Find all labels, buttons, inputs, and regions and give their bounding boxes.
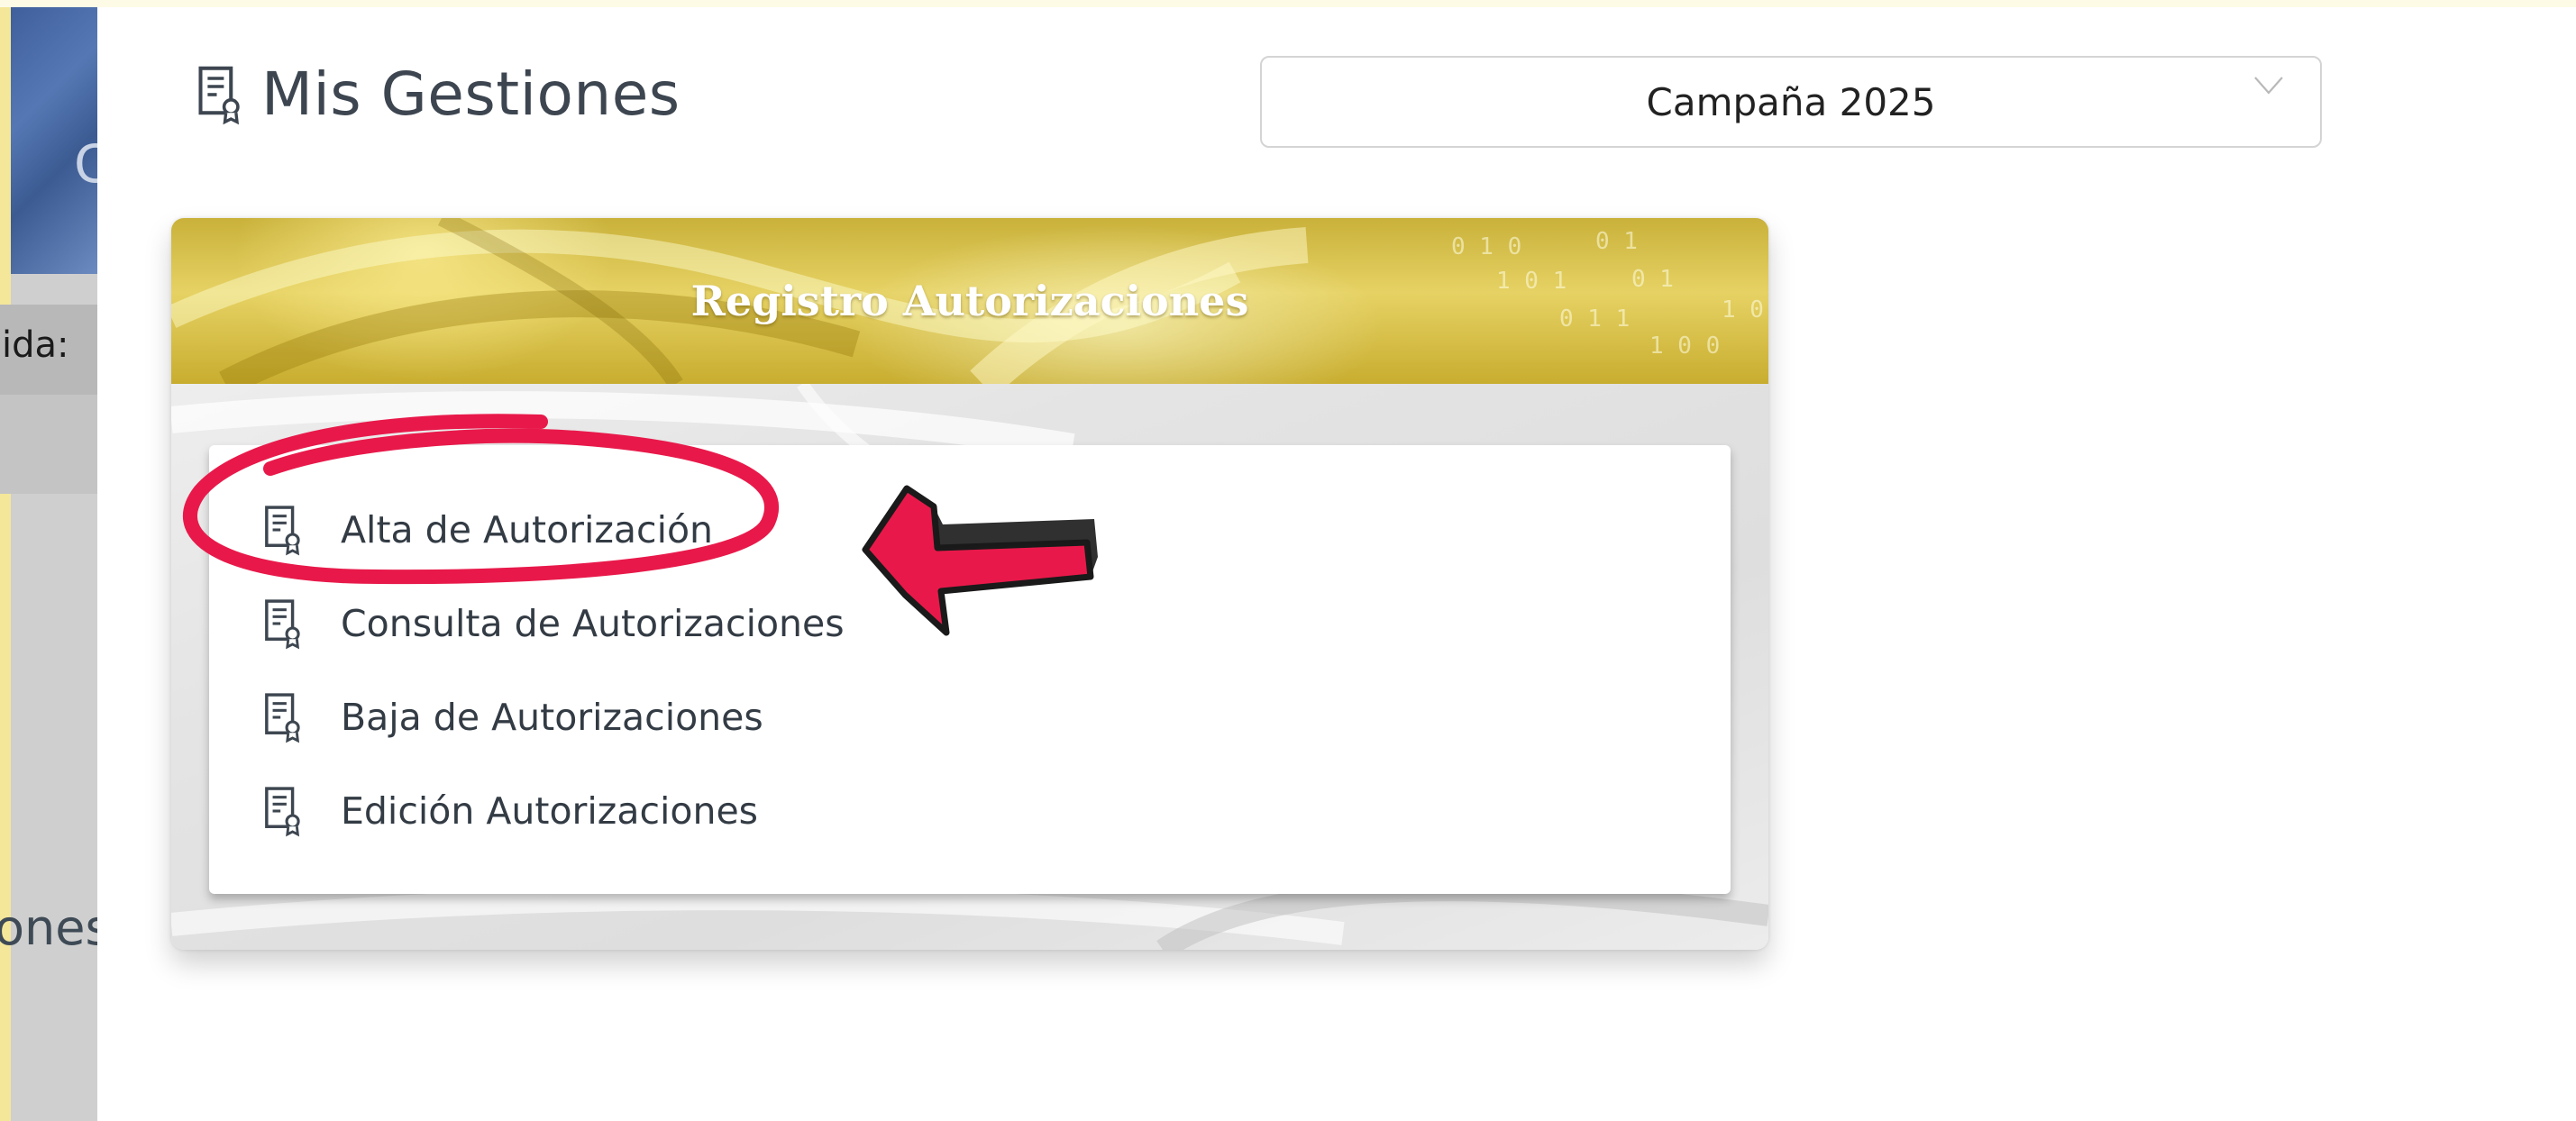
card-header: 0 1 0 0 1 1 0 1 0 1 0 1 1 1 0 0 1 0 Regi… — [171, 218, 1768, 384]
background-banner: C — [11, 7, 97, 274]
background-partial-heading: ones — [0, 899, 97, 956]
registro-autorizaciones-card: 0 1 0 0 1 1 0 1 0 1 0 1 1 1 0 0 1 0 Regi… — [171, 218, 1768, 950]
campaign-select[interactable]: Campaña 2025 — [1260, 56, 2322, 148]
background-band-secondary — [0, 395, 97, 494]
menu-item-baja-autorizaciones[interactable]: Baja de Autorizaciones — [263, 681, 763, 753]
certificate-document-icon — [265, 693, 300, 743]
background-partial-letter: C — [74, 133, 97, 195]
certificate-document-icon — [265, 506, 300, 556]
page-header: Mis Gestiones — [196, 59, 681, 129]
menu-item-edicion-autorizaciones[interactable]: Edición Autorizaciones — [263, 775, 758, 847]
campaign-select-value: Campaña 2025 — [1646, 79, 1936, 124]
page-title: Mis Gestiones — [261, 59, 681, 129]
certificate-document-icon — [265, 599, 300, 650]
menu-item-label: Consulta de Autorizaciones — [341, 602, 845, 645]
menu-panel: Alta de Autorización Consulta de Autoriz… — [209, 445, 1731, 894]
main-content: Mis Gestiones Campaña 2025 0 1 0 0 1 1 0… — [97, 7, 2576, 1121]
menu-item-label: Baja de Autorizaciones — [341, 696, 763, 739]
certificate-document-icon — [198, 66, 240, 124]
menu-item-alta-autorizacion[interactable]: Alta de Autorización — [263, 494, 713, 566]
certificate-document-icon — [265, 787, 300, 837]
menu-item-label: Edición Autorizaciones — [341, 789, 759, 833]
background-app-strip: C ida: ones — [0, 7, 97, 1121]
background-partial-label: ida: — [2, 324, 69, 366]
menu-item-label: Alta de Autorización — [341, 508, 714, 551]
menu-item-consulta-autorizaciones[interactable]: Consulta de Autorizaciones — [263, 588, 845, 660]
card-title: Registro Autorizaciones — [690, 277, 1249, 325]
chevron-down-icon[interactable] — [2253, 76, 2284, 96]
